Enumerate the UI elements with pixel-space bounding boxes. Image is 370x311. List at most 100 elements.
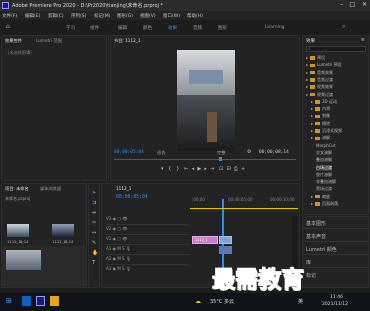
menu-edit[interactable]: 编辑(E)	[25, 13, 40, 19]
ws-learning[interactable]: 学习	[66, 25, 75, 31]
step-forward-icon[interactable]: ▸	[204, 166, 207, 172]
play-icon[interactable]: ▶	[197, 166, 201, 172]
disclosure-triangle-icon[interactable]: ▸	[311, 106, 313, 111]
effect-folder[interactable]: ▸ 3D 运动	[311, 99, 337, 105]
maximize-button[interactable]: □	[349, 1, 355, 8]
track-v1[interactable]: V1 ◉ ▢ 👁	[106, 236, 190, 245]
menu-window[interactable]: 窗口(W)	[163, 13, 180, 19]
effect-folder[interactable]: ▸ 音频效果	[306, 70, 333, 76]
explorer-app-icon[interactable]	[50, 296, 59, 306]
disclosure-triangle-icon[interactable]: ▸	[311, 128, 313, 133]
menu-file[interactable]: 文件(F)	[2, 13, 17, 19]
effect-item[interactable]: 非叠加溶解	[316, 179, 336, 185]
bin-thumbnail[interactable]	[6, 250, 41, 270]
slip-tool-icon[interactable]: ↔	[92, 230, 96, 236]
effect-item[interactable]: 黑场过渡	[316, 186, 332, 192]
premiere-app-icon[interactable]	[36, 296, 45, 306]
home-icon[interactable]: ⌂	[6, 23, 10, 30]
pen-tool-icon[interactable]: ✎	[92, 240, 96, 246]
effect-folder[interactable]: ▸ 擦除	[311, 121, 330, 127]
ws-graphics[interactable]: 图形	[218, 25, 227, 31]
word-app-icon[interactable]	[22, 296, 31, 306]
hand-tool-icon[interactable]: ✋	[92, 250, 98, 256]
selection-tool-icon[interactable]: ➤	[92, 190, 96, 196]
panel-lumetri-color[interactable]: Lumetri 颜色	[303, 243, 368, 255]
disclosure-triangle-icon[interactable]: ▸	[311, 194, 313, 199]
add-button-icon[interactable]: +	[241, 166, 245, 172]
weather-text[interactable]: 35°C 多云	[210, 298, 234, 305]
lift-icon[interactable]: ⊡	[219, 166, 223, 172]
tab-media-browser[interactable]: 媒体浏览器	[40, 186, 61, 192]
track-a3[interactable]: A3 ◉ M S 🎙	[106, 266, 190, 275]
effect-folder[interactable]: ▸ 页面剥落	[311, 201, 338, 207]
ws-color[interactable]: 颜色	[143, 25, 152, 31]
timeline-timecode[interactable]: 00;00;05;04	[116, 195, 148, 200]
video-clip[interactable]: 1112_1	[192, 236, 218, 244]
ws-effects[interactable]: 效果	[168, 25, 177, 31]
effect-item[interactable]: 胶片溶解	[316, 172, 332, 178]
disclosure-triangle-icon[interactable]: ▸	[311, 113, 313, 118]
track-select-icon[interactable]: ⇉	[92, 200, 96, 206]
clock-time[interactable]: 11:46	[330, 295, 343, 300]
wrench-icon[interactable]: ⚙	[247, 149, 251, 155]
effect-folder[interactable]: ▸ 内滑	[311, 106, 330, 112]
disclosure-triangle-icon[interactable]: ▸	[306, 62, 308, 67]
disclosure-triangle-icon[interactable]: ▸	[306, 84, 308, 89]
effect-item[interactable]: 交叉溶解	[316, 150, 332, 156]
ws-editing[interactable]: 编辑	[118, 25, 127, 31]
disclosure-triangle-icon[interactable]: ▸	[311, 135, 313, 140]
track-a1[interactable]: A1 ◉ M S 🎙	[106, 246, 190, 255]
track-v3[interactable]: V3 ◉ ▢ 👁	[106, 216, 190, 225]
track-a2[interactable]: A2 ◉ M S 🎙	[106, 256, 190, 265]
tab-effect-controls[interactable]: 效果控件	[5, 38, 22, 44]
audio-clip[interactable]	[219, 246, 232, 254]
menu-view[interactable]: 视图(V)	[140, 13, 156, 19]
marker-icon[interactable]: ▾	[161, 166, 164, 172]
ws-learning-en[interactable]: Learning	[265, 25, 285, 30]
ws-audio[interactable]: 音频	[193, 25, 202, 31]
media-thumbnail[interactable]	[7, 224, 29, 237]
razor-tool-icon[interactable]: ✂	[92, 220, 96, 226]
effect-folder[interactable]: ▸ 划像	[311, 113, 330, 119]
quality-dropdown[interactable]: 完整	[217, 150, 225, 156]
disclosure-triangle-icon[interactable]: ▸	[311, 201, 313, 206]
out-point-icon[interactable]: }	[176, 166, 179, 172]
effect-folder[interactable]: ▸ 预设	[306, 55, 325, 61]
effect-folder[interactable]: ▸ 沉浸式视频	[311, 128, 342, 134]
ripple-edit-icon[interactable]: ⇹	[92, 210, 96, 216]
windows-start-icon[interactable]: ⊞	[6, 297, 12, 305]
menu-sequence[interactable]: 序列(S)	[71, 13, 86, 19]
scrub-bar[interactable]	[114, 159, 296, 160]
fit-dropdown[interactable]: 适合	[157, 150, 165, 156]
extract-icon[interactable]: ⊟	[226, 166, 230, 172]
tab-sequence[interactable]: 1112_1	[116, 186, 131, 191]
work-area-bar[interactable]	[190, 208, 298, 209]
step-back-icon[interactable]: ◂	[192, 166, 195, 172]
close-button[interactable]: ✕	[362, 1, 367, 8]
effect-folder[interactable]: ▸ 缩放	[311, 194, 330, 200]
go-to-out-icon[interactable]: ⇥	[210, 166, 214, 172]
effect-item[interactable]: 白场过渡	[316, 164, 332, 171]
panel-essential-graphics[interactable]: 基本图形	[303, 217, 368, 229]
playhead-marker[interactable]	[219, 157, 222, 161]
search-icon[interactable]: ⌕	[342, 23, 345, 31]
effects-search-input[interactable]: ⌕	[306, 46, 366, 52]
menu-clip[interactable]: 剪辑(C)	[48, 13, 64, 19]
clock-date[interactable]: 2021/11/12	[322, 302, 348, 307]
export-frame-icon[interactable]: ⎙	[234, 166, 238, 172]
menu-help[interactable]: 帮助(H)	[187, 13, 203, 19]
effect-folder[interactable]: ▸ 溶解	[311, 135, 330, 141]
disclosure-triangle-icon[interactable]: ▸	[306, 77, 308, 82]
minimize-button[interactable]: –	[340, 1, 343, 8]
panel-menu-icon[interactable]: ≡	[361, 37, 365, 43]
track-v2[interactable]: V2 ◉ ▢ 👁	[106, 226, 190, 235]
disclosure-triangle-icon[interactable]: ▸	[311, 121, 313, 126]
go-to-in-icon[interactable]: ⇤	[184, 166, 188, 172]
effect-folder[interactable]: ▸ 音频过渡	[306, 77, 333, 83]
disclosure-triangle-icon[interactable]: ▸	[306, 70, 308, 75]
type-tool-icon[interactable]: T	[92, 260, 95, 266]
effect-folder[interactable]: ▸ 视频效果	[306, 84, 333, 90]
ime-indicator[interactable]: 英	[298, 298, 303, 305]
panel-essential-sound[interactable]: 基本声音	[303, 230, 368, 242]
effect-item[interactable]: 叠加溶解	[316, 157, 332, 163]
